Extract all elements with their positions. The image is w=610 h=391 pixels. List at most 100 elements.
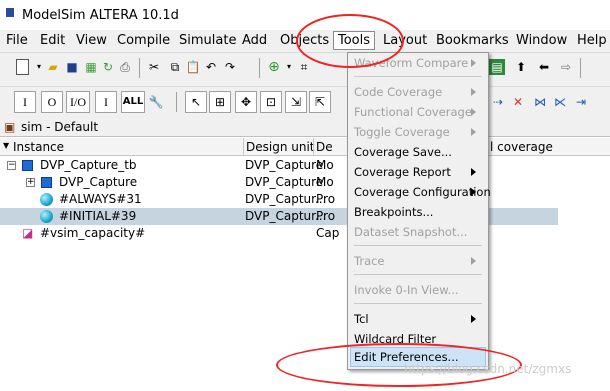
menu-item-label: Toggle Coverage — [354, 125, 450, 139]
back-arrow-icon[interactable]: ⬅ — [536, 59, 552, 75]
submenu-arrow-icon — [471, 168, 476, 176]
menu-item-functional-coverage[interactable]: Functional Coverage — [354, 103, 482, 121]
menu-item-breakpoints[interactable]: Breakpoints... — [354, 203, 482, 221]
menu-item-dataset-snapshot[interactable]: Dataset Snapshot... — [354, 223, 482, 241]
window-title: ModelSim ALTERA 10.1d — [22, 8, 179, 23]
design-unit: DVP_Capture — [245, 158, 324, 172]
modelsim-app-icon[interactable] — [4, 6, 16, 20]
menu-item-label: Dataset Snapshot... — [354, 225, 468, 239]
menu-separator — [354, 76, 482, 77]
menu-help[interactable]: Help — [577, 33, 607, 48]
zoom-region-button[interactable]: ⊞ — [209, 91, 231, 113]
design-type: Pro — [316, 192, 336, 206]
cursor-split-icon[interactable]: ⋉ — [552, 94, 568, 110]
cursor-remove-icon[interactable]: ✕ — [510, 94, 526, 110]
column-separator[interactable] — [313, 138, 314, 155]
menu-item-label: Coverage Save... — [354, 145, 452, 159]
menu-bookmarks[interactable]: Bookmarks — [436, 33, 509, 48]
select-pointer-button[interactable]: ↖ — [185, 91, 207, 113]
menu-item-trace[interactable]: Trace — [354, 252, 482, 270]
menu-item-label: Coverage Report — [354, 165, 451, 179]
column-separator[interactable] — [243, 138, 244, 155]
panel-icon: ▣ — [4, 120, 16, 134]
zoom-fit-button[interactable]: ⊡ — [260, 91, 282, 113]
menu-separator — [354, 274, 482, 275]
menu-item-label: Functional Coverage — [354, 105, 472, 119]
design-type: Mo — [316, 175, 334, 189]
menu-item-coverage-configuration[interactable]: Coverage Configuration — [354, 183, 491, 201]
column-instance[interactable]: Instance — [13, 140, 64, 154]
menu-item-invoke-0in-view[interactable]: Invoke 0-In View... — [354, 281, 482, 299]
toolbar-separator — [176, 92, 177, 112]
step-icon[interactable]: ▤ — [489, 59, 505, 75]
menu-item-code-coverage[interactable]: Code Coverage — [354, 83, 482, 101]
recompile-icon[interactable]: ↻ — [100, 59, 116, 75]
undo-icon[interactable]: ↶ — [203, 59, 219, 75]
menu-add[interactable]: Add — [242, 33, 267, 48]
binoculars-icon[interactable]: ⌗ — [296, 59, 312, 75]
filter-all-button[interactable]: ALL — [121, 91, 145, 113]
design-type: Pro — [316, 209, 336, 223]
column-coverage[interactable]: l coverage — [490, 140, 553, 154]
wave-icon[interactable]: ⇢ — [490, 94, 506, 110]
open-folder-icon[interactable]: ▰ — [45, 59, 61, 75]
menu-compile[interactable]: Compile — [117, 33, 170, 48]
add-icon[interactable]: ⊕ — [266, 59, 282, 75]
expand-toggle-icon[interactable]: + — [26, 178, 35, 187]
menu-edit[interactable]: Edit — [40, 33, 65, 48]
menu-simulate[interactable]: Simulate — [179, 33, 236, 48]
panel-header: ▣ sim - Default — [0, 118, 610, 137]
menu-item-label: Invoke 0-In View... — [354, 283, 459, 297]
menu-item-label: Code Coverage — [354, 85, 443, 99]
instance-name: #ALWAYS#31 — [59, 192, 142, 206]
menu-item-tcl[interactable]: Tcl — [354, 310, 482, 328]
filter-out-button[interactable]: O — [41, 91, 63, 113]
filter-inout-button[interactable]: I/O — [66, 91, 90, 113]
column-design-unit[interactable]: Design unit — [246, 140, 315, 154]
sort-arrow-icon[interactable]: ▼ — [3, 141, 9, 150]
cursor-next-icon[interactable]: ⇥ — [573, 94, 589, 110]
new-file-icon[interactable] — [16, 59, 29, 75]
toolbar-separator — [139, 58, 140, 78]
redo-icon[interactable]: ↷ — [222, 59, 238, 75]
up-arrow-icon[interactable]: ⬆ — [513, 59, 529, 75]
toolbar-separator — [580, 58, 581, 78]
menu-view[interactable]: View — [76, 33, 107, 48]
collapse-button[interactable]: ⇱ — [309, 91, 331, 113]
expand-button[interactable]: ⇲ — [285, 91, 307, 113]
menu-item-coverage-save[interactable]: Coverage Save... — [354, 143, 482, 161]
print-icon[interactable]: ⎙ — [117, 59, 133, 75]
move-button[interactable]: ✥ — [235, 91, 257, 113]
design-type: Cap — [316, 226, 340, 240]
filter-in-button[interactable]: I — [14, 91, 36, 113]
copy-icon[interactable]: ⧉ — [167, 59, 183, 75]
instance-name: DVP_Capture — [59, 175, 138, 189]
menu-item-label: Trace — [354, 254, 385, 268]
wrench-icon[interactable]: 🔧 — [148, 94, 164, 110]
submenu-arrow-icon — [471, 128, 476, 136]
dropdown-arrow-icon[interactable]: ▾ — [281, 59, 297, 75]
menu-window[interactable]: Window — [516, 33, 567, 48]
submenu-arrow-icon — [471, 88, 476, 96]
submenu-arrow-icon — [471, 315, 476, 323]
cut-icon[interactable]: ✂ — [146, 59, 162, 75]
submenu-arrow-icon — [471, 108, 476, 116]
forward-arrow-icon[interactable]: ⇨ — [558, 59, 574, 75]
capacity-icon: ◪ — [22, 226, 34, 240]
menu-item-toggle-coverage[interactable]: Toggle Coverage — [354, 123, 482, 141]
submenu-arrow-icon — [471, 188, 476, 196]
compile-icon[interactable]: ▦ — [83, 59, 99, 75]
save-icon[interactable]: ■ — [64, 59, 80, 75]
menu-item-coverage-report[interactable]: Coverage Report — [354, 163, 482, 181]
submenu-arrow-icon — [471, 257, 476, 265]
filter-internal-button[interactable]: I — [95, 91, 117, 113]
menu-file[interactable]: File — [6, 33, 28, 48]
instance-name: #vsim_capacity# — [40, 226, 146, 240]
design-unit: DVP_Captur... — [245, 192, 327, 206]
collapse-toggle-icon[interactable]: − — [7, 161, 16, 170]
paste-icon[interactable]: 📋 — [185, 59, 201, 75]
cursor-link-icon[interactable]: ⋈ — [532, 94, 548, 110]
watermark-text: https://blog.csdn.net/zgmxs — [404, 362, 572, 376]
column-design-type[interactable]: De — [316, 140, 333, 154]
panel-title: sim - Default — [21, 120, 99, 134]
